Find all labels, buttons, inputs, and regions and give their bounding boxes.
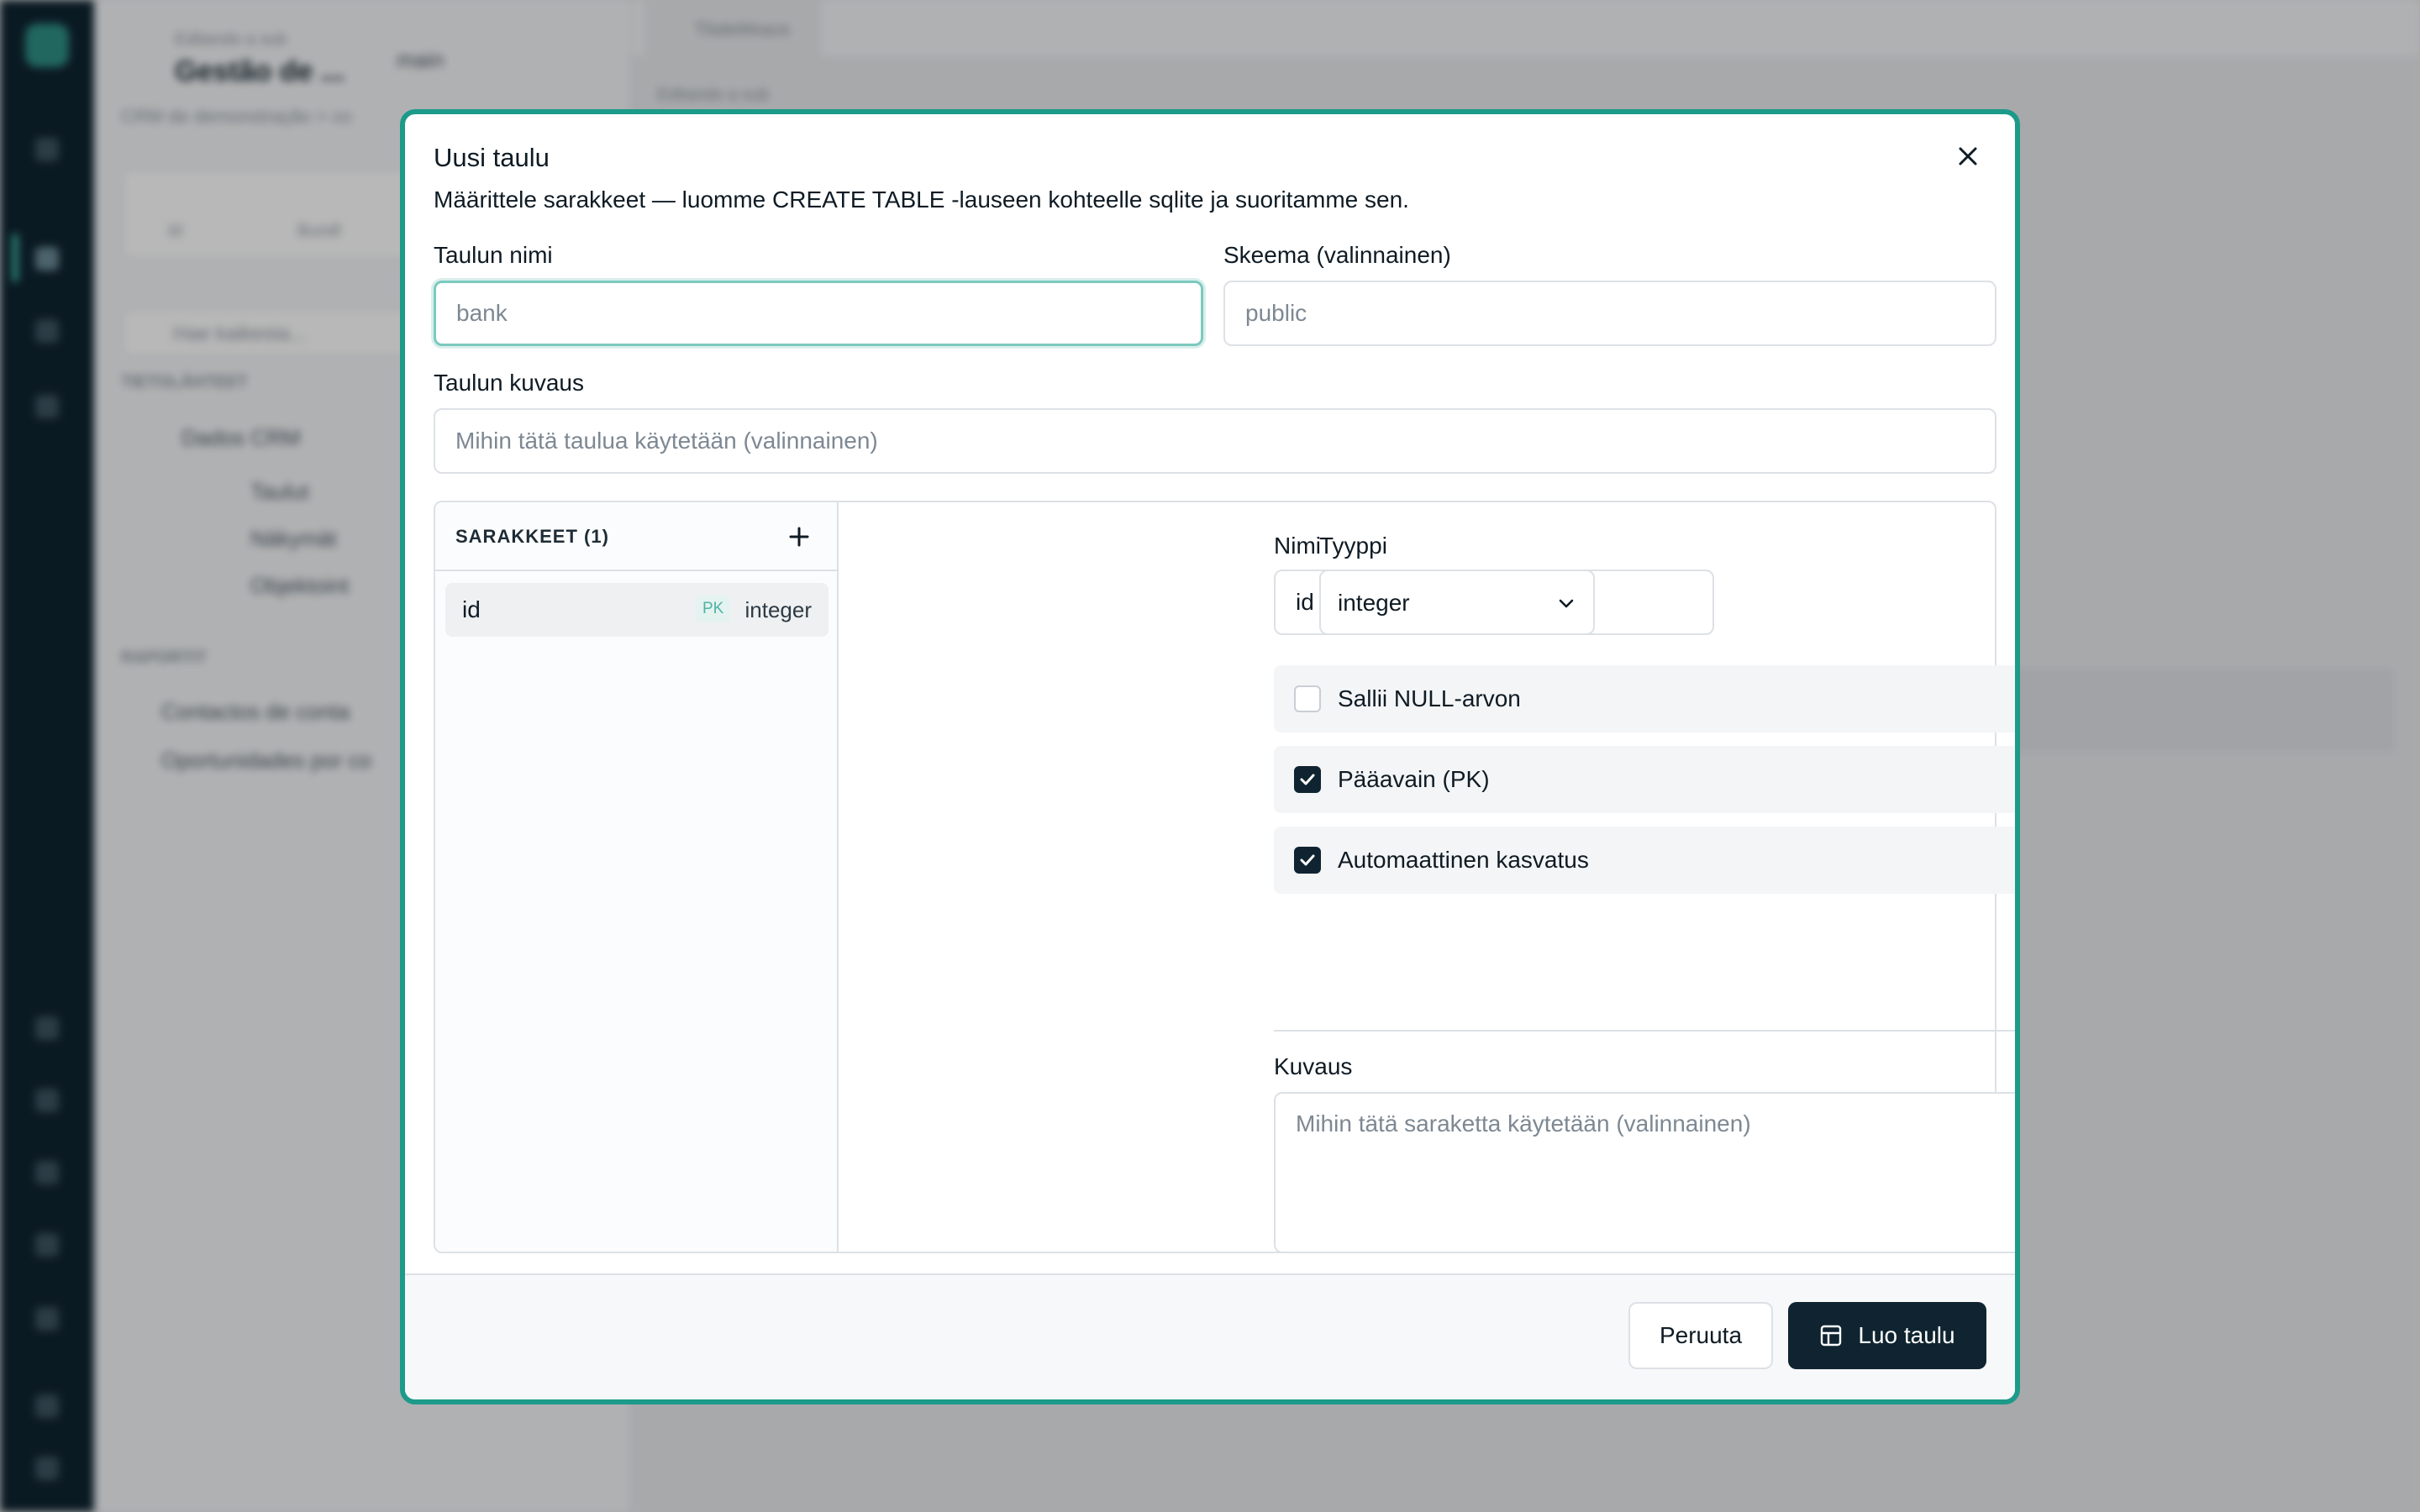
create-table-label: Luo taulu — [1858, 1322, 1955, 1348]
primary-key-checkbox[interactable] — [1294, 766, 1321, 793]
add-column-button[interactable] — [783, 521, 815, 553]
close-button[interactable] — [1951, 139, 1985, 173]
selected-type: integer — [1338, 590, 1410, 616]
allow-null-option[interactable]: Sallii NULL-arvon — [1274, 665, 2015, 732]
primary-key-badge: PK — [696, 596, 731, 622]
schema-label: Skeema (valinnainen) — [1223, 242, 1451, 268]
plus-icon — [789, 527, 809, 547]
close-icon — [1959, 147, 1977, 165]
cancel-button[interactable]: Peruuta — [1628, 1302, 1773, 1369]
table-description-label: Taulun kuvaus — [434, 370, 585, 396]
option-label: Sallii NULL-arvon — [1338, 685, 1521, 711]
column-list-item[interactable]: id PK integer — [445, 583, 829, 637]
check-icon — [1300, 774, 1315, 785]
schema-input[interactable] — [1223, 281, 1996, 346]
create-table-button[interactable]: Luo taulu — [1788, 1302, 1986, 1369]
chevron-down-icon — [1559, 599, 1574, 608]
column-type-label: Tyyppi — [1319, 533, 1387, 559]
column-type: integer — [744, 597, 813, 622]
column-name-label: Nimi — [1274, 533, 1321, 559]
dialog-description: Määrittele sarakkeet — luomme CREATE TAB… — [434, 186, 1409, 213]
primary-key-option[interactable]: Pääavain (PK) — [1274, 746, 2015, 813]
columns-list: SARAKKEET (1) id PK integer — [435, 502, 839, 1252]
auto-increment-option[interactable]: Automaattinen kasvatus — [1274, 827, 2015, 894]
column-type-select[interactable]: integer — [1319, 570, 1595, 635]
columns-count-heading: SARAKKEET (1) — [455, 526, 609, 547]
table-name-label: Taulun nimi — [434, 242, 553, 268]
table-icon — [1821, 1325, 1842, 1347]
auto-increment-checkbox[interactable] — [1294, 847, 1321, 874]
divider — [1274, 1030, 2015, 1032]
new-table-dialog: Uusi taulu Määrittele sarakkeet — luomme… — [400, 109, 2020, 1404]
column-description-label: Kuvaus — [1274, 1053, 1353, 1079]
option-label: Pääavain (PK) — [1338, 766, 1490, 792]
column-name: id — [462, 596, 481, 622]
option-label: Automaattinen kasvatus — [1338, 847, 1589, 873]
column-description-input[interactable] — [1274, 1092, 2015, 1253]
check-icon — [1300, 854, 1315, 866]
table-name-input[interactable] — [434, 281, 1203, 346]
dialog-title: Uusi taulu — [434, 143, 550, 172]
table-description-input[interactable] — [434, 408, 1996, 474]
allow-null-checkbox[interactable] — [1294, 685, 1321, 712]
columns-header: SARAKKEET (1) — [435, 502, 837, 571]
dialog-footer: Peruuta Luo taulu — [405, 1273, 2015, 1399]
